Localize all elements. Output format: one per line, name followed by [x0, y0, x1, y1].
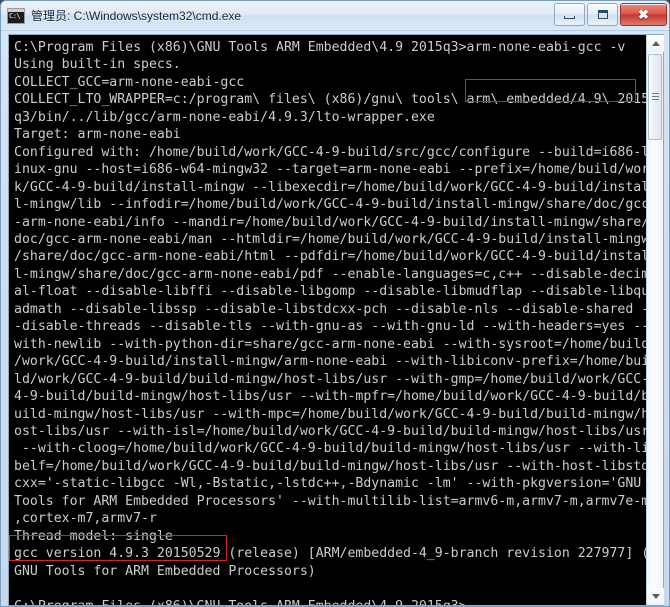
cmd-console-icon: C:\ [7, 7, 25, 24]
console-scrollbar[interactable] [646, 35, 664, 605]
cmd-window: C:\ 管理员: C:\Windows\system32\cmd.exe ✖ C… [0, 0, 670, 607]
scroll-up-arrow[interactable] [647, 35, 664, 52]
minimize-icon [564, 15, 575, 19]
window-title: 管理员: C:\Windows\system32\cmd.exe [31, 9, 242, 23]
scroll-grip-icon [652, 93, 659, 101]
close-icon: ✖ [638, 7, 649, 22]
close-button[interactable]: ✖ [620, 3, 667, 26]
console-area: C:\Program Files (x86)\GNU Tools ARM Emb… [8, 34, 664, 606]
triangle-up-icon [651, 41, 660, 46]
minimize-button[interactable] [554, 3, 585, 26]
scroll-thumb[interactable] [648, 54, 662, 140]
console-text: C:\Program Files (x86)\GNU Tools ARM Emb… [14, 40, 646, 605]
cmd-icon-glyph: C:\ [9, 11, 21, 20]
console-output[interactable]: C:\Program Files (x86)\GNU Tools ARM Emb… [9, 35, 646, 605]
maximize-button[interactable] [587, 3, 618, 26]
maximize-icon [597, 10, 608, 19]
window-controls: ✖ [554, 3, 667, 26]
title-bar[interactable]: C:\ 管理员: C:\Windows\system32\cmd.exe ✖ [1, 1, 669, 31]
triangle-down-icon [651, 594, 660, 599]
scroll-down-arrow[interactable] [647, 588, 664, 605]
